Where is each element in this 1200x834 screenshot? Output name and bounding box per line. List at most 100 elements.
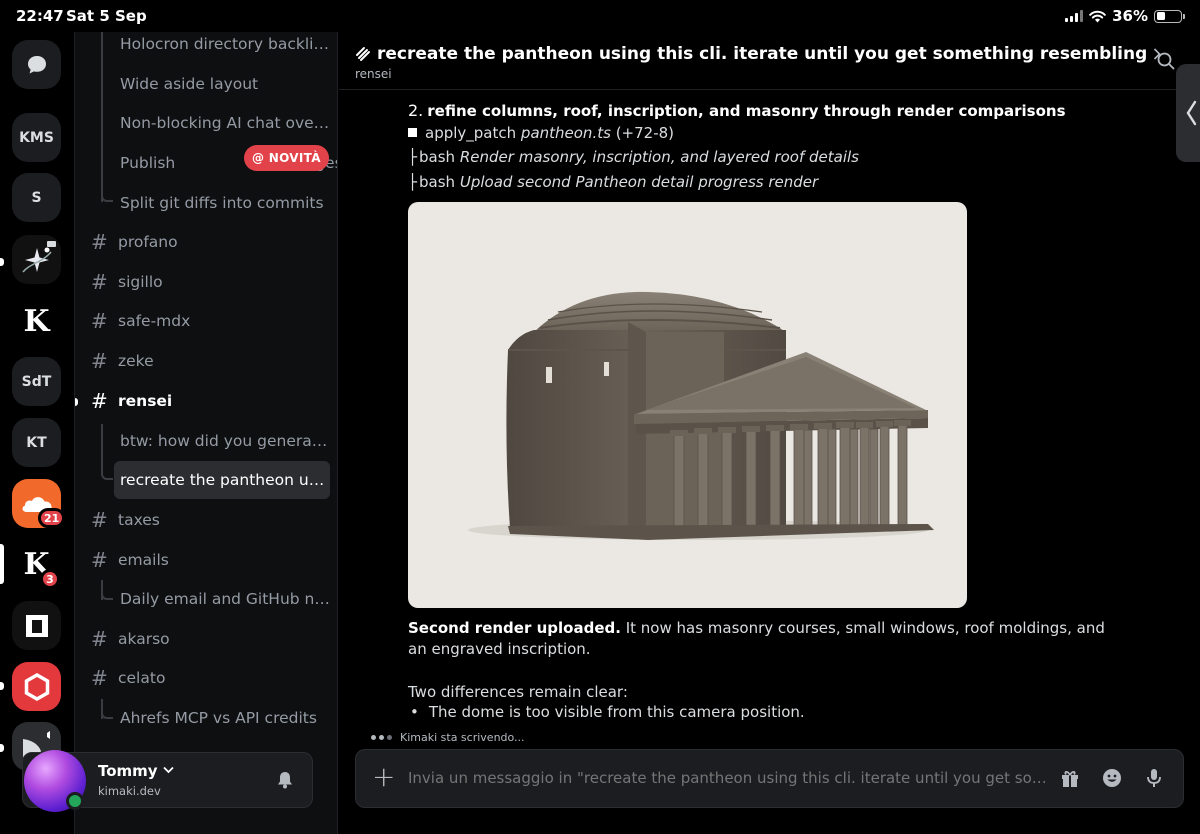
status-bar: 22:47 Sat 5 Sep 36% xyxy=(0,0,1200,32)
step-number: 2. xyxy=(408,101,424,120)
message-input[interactable] xyxy=(408,769,1048,787)
bash-label: bash xyxy=(419,148,456,166)
thread-item-ahrefs[interactable]: Ahrefs MCP vs API credits xyxy=(75,699,337,737)
bash-description: Render masonry, inscription, and layered… xyxy=(459,148,859,166)
user-name-text: Tommy xyxy=(98,762,158,780)
server-s[interactable]: S xyxy=(12,173,61,222)
channel-item-zeke[interactable]: # zeke xyxy=(75,342,337,380)
online-status-dot xyxy=(66,792,84,810)
cellular-signal-icon xyxy=(1065,10,1084,22)
selected-pill xyxy=(0,544,4,584)
server-kt[interactable]: KT xyxy=(12,418,61,467)
emoji-icon[interactable] xyxy=(1101,767,1123,789)
channel-label: emails xyxy=(118,551,169,569)
tree-branch-icon: ├ xyxy=(408,173,418,191)
status-right: 36% xyxy=(1065,7,1185,25)
server-sdt[interactable]: SdT xyxy=(12,357,61,406)
side-panel-toggle[interactable] xyxy=(1176,64,1200,162)
hash-icon: # xyxy=(91,349,108,373)
thread-label: btw: how did you generate... xyxy=(120,432,330,450)
server-hexagon[interactable] xyxy=(12,662,61,711)
bell-icon[interactable] xyxy=(275,770,295,790)
battery-percent: 36% xyxy=(1112,7,1148,25)
unread-pill xyxy=(0,682,4,690)
server-rail: KMS S K SdT KT 21 K 3 xyxy=(0,32,72,834)
thread-title-text: recreate the pantheon using this cli. it… xyxy=(377,44,1148,64)
user-name[interactable]: Tommy xyxy=(98,762,174,780)
chat-bubble-icon xyxy=(27,55,46,73)
channel-item-profano[interactable]: # profano xyxy=(75,223,337,261)
message-paragraph: Second render uploaded. It now has mason… xyxy=(408,618,1128,660)
battery-icon xyxy=(1154,9,1185,23)
thread-item-ai-overlay[interactable]: Non-blocking AI chat overlay xyxy=(75,104,337,142)
thread-title[interactable]: recreate the pantheon using this cli. it… xyxy=(355,44,1161,64)
patch-diff: (+72-8) xyxy=(615,124,675,142)
server-label: KT xyxy=(26,434,47,451)
hexagon-icon xyxy=(24,672,49,701)
thread-label: Non-blocking AI chat overlay xyxy=(120,114,330,132)
bash-row: ├ bash Upload second Pantheon detail prog… xyxy=(408,173,818,191)
pantheon-render-image[interactable] xyxy=(408,202,967,608)
channel-item-sigillo[interactable]: # sigillo xyxy=(75,263,337,301)
thread-item-wide-aside[interactable]: Wide aside layout xyxy=(75,65,337,103)
channel-item-rensei[interactable]: # rensei xyxy=(75,382,337,420)
channel-item-taxes[interactable]: # taxes xyxy=(75,501,337,539)
unread-pill xyxy=(75,398,78,406)
step-title: refine columns, roof, inscription, and m… xyxy=(427,102,1066,120)
thread-label: Split git diffs into commits xyxy=(120,194,324,212)
channel-item-celato[interactable]: # celato xyxy=(75,659,337,697)
user-handle: kimaki.dev xyxy=(98,784,161,798)
square-icon xyxy=(25,614,48,637)
thread-label: Daily email and GitHub noti... xyxy=(120,590,330,608)
server-k[interactable]: K xyxy=(12,297,61,346)
channel-item-akarso[interactable]: # akarso xyxy=(75,620,337,658)
hash-icon: # xyxy=(91,666,108,690)
gift-icon[interactable] xyxy=(1059,767,1081,789)
microphone-icon[interactable] xyxy=(1143,767,1165,789)
thread-icon xyxy=(356,47,370,61)
thread-parent-channel[interactable]: rensei xyxy=(355,67,392,81)
hash-icon: # xyxy=(91,389,108,413)
hash-icon: # xyxy=(91,627,108,651)
server-square[interactable] xyxy=(12,601,61,650)
plus-icon[interactable]: + xyxy=(372,763,395,791)
thread-label: Ahrefs MCP vs API credits xyxy=(120,709,317,727)
patch-row: apply_patch pantheon.ts (+72-8) xyxy=(408,124,674,142)
list-item: The dome is too visible from this camera… xyxy=(408,703,805,721)
thread-item-holocron[interactable]: Holocron directory backlinks xyxy=(75,32,337,63)
search-icon[interactable] xyxy=(1157,52,1175,70)
unread-pill xyxy=(0,744,4,752)
main-panel: recreate the pantheon using this cli. it… xyxy=(339,32,1200,834)
chevron-left-icon xyxy=(1186,100,1197,126)
thread-item-btw[interactable]: btw: how did you generate... xyxy=(75,422,337,460)
thread-item-split-git[interactable]: Split git diffs into commits xyxy=(75,184,337,222)
thread-item-pantheon[interactable]: recreate the pantheon usin... xyxy=(75,461,337,499)
channel-label: zeke xyxy=(118,352,154,370)
channel-label: safe-mdx xyxy=(118,312,191,330)
thread-label: recreate the pantheon usin... xyxy=(120,471,330,489)
thread-item-daily-email[interactable]: Daily email and GitHub noti... xyxy=(75,580,337,618)
channel-label: rensei xyxy=(118,392,173,410)
server-sparkle[interactable] xyxy=(12,235,61,284)
new-messages-badge[interactable]: @ NOVITÀ xyxy=(244,145,329,171)
channel-label: sigillo xyxy=(118,273,163,291)
hash-icon: # xyxy=(91,309,108,333)
hash-icon: # xyxy=(91,230,108,254)
typing-indicator: Kimaki sta scrivendo... xyxy=(371,731,525,744)
typing-dots-icon xyxy=(371,735,392,740)
pantheon-render xyxy=(468,291,934,540)
thread-header: recreate the pantheon using this cli. it… xyxy=(339,32,1200,90)
thread-label: Wide aside layout xyxy=(120,75,259,93)
channel-label: profano xyxy=(118,233,178,251)
bash-description: Upload second Pantheon detail progress r… xyxy=(459,173,819,191)
server-kms[interactable]: KMS xyxy=(12,113,61,162)
status-time: 22:47 xyxy=(16,7,64,25)
direct-messages-button[interactable] xyxy=(12,40,61,89)
tree-branch-icon: ├ xyxy=(408,148,418,166)
channel-label: celato xyxy=(118,669,166,687)
thread-label: Publish xyxy=(120,154,176,172)
channel-item-emails[interactable]: # emails xyxy=(75,541,337,579)
server-badge: 3 xyxy=(40,569,60,589)
channel-item-safe-mdx[interactable]: # safe-mdx xyxy=(75,302,337,340)
thread-label: Holocron directory backlinks xyxy=(120,35,330,53)
